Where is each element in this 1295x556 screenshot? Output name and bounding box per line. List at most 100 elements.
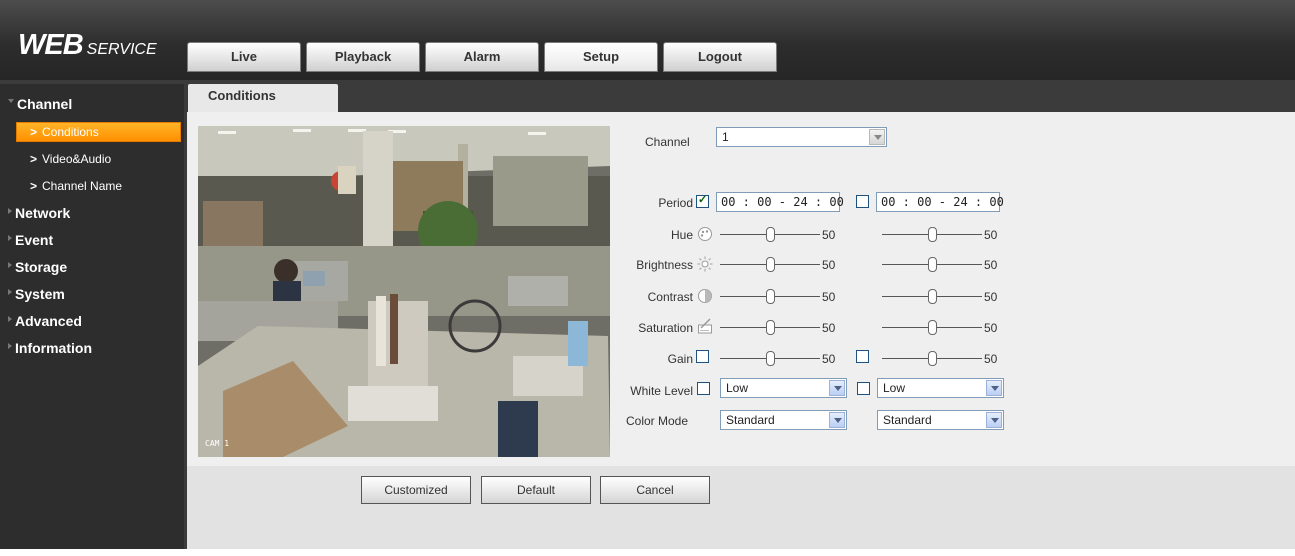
chevron-right-icon: > <box>30 125 38 139</box>
period2-time-range[interactable]: 00 : 00 - 24 : 00 <box>876 192 1004 212</box>
brightness-icon <box>697 256 713 272</box>
tab-logout[interactable]: Logout <box>663 42 777 72</box>
dropdown-arrow-icon <box>986 380 1002 396</box>
collapsed-arrow-icon <box>8 262 12 268</box>
gain-checkbox-2[interactable] <box>856 350 869 363</box>
slider-thumb[interactable] <box>766 351 775 366</box>
dropdown-arrow-icon <box>829 380 845 396</box>
header: WEB SERVICE Live Playback Alarm Setup Log… <box>0 0 1295 80</box>
saturation-slider-1[interactable] <box>720 320 820 336</box>
white-level-checkbox-1[interactable] <box>697 382 710 395</box>
collapsed-arrow-icon <box>8 343 12 349</box>
video-preview: CAM 1 <box>198 126 610 457</box>
sidebar-section-information[interactable]: Information <box>8 340 92 356</box>
camera-scene-image <box>198 126 610 457</box>
sidebar-section-event[interactable]: Event <box>8 232 53 248</box>
contrast-icon <box>698 289 712 303</box>
gain-value-1: 50 <box>822 352 836 366</box>
brightness-value-1: 50 <box>822 258 836 272</box>
chevron-right-icon: > <box>30 152 38 166</box>
sidebar-section-network[interactable]: Network <box>8 205 70 221</box>
cancel-button[interactable]: Cancel <box>600 476 710 504</box>
chevron-right-icon: > <box>30 179 38 193</box>
saturation-label: Saturation <box>638 321 693 335</box>
slider-thumb[interactable] <box>928 289 937 304</box>
hue-slider-2[interactable] <box>882 227 982 243</box>
sidebar-section-label: Storage <box>15 259 68 275</box>
slider-thumb[interactable] <box>766 227 775 242</box>
white-level-checkbox-2[interactable] <box>857 382 870 395</box>
white-level-select-2[interactable]: Low <box>877 378 1004 398</box>
logo-web: WEB <box>18 29 84 61</box>
sidebar-section-label: Advanced <box>15 313 82 329</box>
slider-thumb[interactable] <box>928 320 937 335</box>
sidebar-section-advanced[interactable]: Advanced <box>8 313 82 329</box>
select-value: Standard <box>883 413 932 427</box>
slider-thumb[interactable] <box>766 289 775 304</box>
period1-time-range[interactable]: 00 : 00 - 24 : 00 <box>716 192 844 212</box>
tab-alarm[interactable]: Alarm <box>425 42 539 72</box>
period2-checkbox[interactable] <box>856 195 869 208</box>
tab-playback[interactable]: Playback <box>306 42 420 72</box>
select-value: Low <box>883 381 906 395</box>
contrast-value-2: 50 <box>984 290 998 304</box>
dropdown-arrow-icon <box>829 412 845 428</box>
channel-value: 1 <box>722 130 729 144</box>
sidebar-section-system[interactable]: System <box>8 286 65 302</box>
hue-icon <box>698 227 712 241</box>
slider-thumb[interactable] <box>928 257 937 272</box>
sidebar-item-video-audio[interactable]: > Video&Audio <box>16 149 181 169</box>
color-mode-select-2[interactable]: Standard <box>877 410 1004 430</box>
contrast-slider-2[interactable] <box>882 289 982 305</box>
gain-slider-2[interactable] <box>882 351 982 367</box>
select-value: Standard <box>726 413 775 427</box>
brightness-slider-1[interactable] <box>720 257 820 273</box>
tab-live[interactable]: Live <box>187 42 301 72</box>
gain-label: Gain <box>667 352 693 366</box>
sidebar-item-channel-name[interactable]: > Channel Name <box>16 176 181 196</box>
hue-value-2: 50 <box>984 228 998 242</box>
period1-checkbox[interactable] <box>696 193 709 208</box>
default-button[interactable]: Default <box>481 476 591 504</box>
gain-checkbox-1[interactable] <box>696 350 709 363</box>
sidebar-section-label: Information <box>15 340 92 356</box>
channel-select[interactable]: 1 <box>716 127 887 147</box>
brightness-value-2: 50 <box>984 258 998 272</box>
sidebar-section-channel[interactable]: Channel <box>8 96 72 112</box>
contrast-slider-1[interactable] <box>720 289 820 305</box>
logo-service: SERVICE <box>86 41 157 58</box>
customized-button[interactable]: Customized <box>361 476 471 504</box>
tab-setup[interactable]: Setup <box>544 42 658 72</box>
hue-value-1: 50 <box>822 228 836 242</box>
slider-thumb[interactable] <box>766 320 775 335</box>
tab-conditions[interactable]: Conditions <box>188 84 338 112</box>
hue-slider-1[interactable] <box>720 227 820 243</box>
sidebar-item-label: Video&Audio <box>42 152 112 166</box>
sidebar-section-storage[interactable]: Storage <box>8 259 67 275</box>
expanded-arrow-icon <box>8 99 14 103</box>
gain-value-2: 50 <box>984 352 998 366</box>
saturation-value-1: 50 <box>822 321 836 335</box>
sidebar-item-label: Channel Name <box>42 179 123 193</box>
channel-label: Channel <box>645 135 690 149</box>
logo: WEB SERVICE <box>18 29 157 62</box>
hue-label: Hue <box>670 228 693 242</box>
brightness-slider-2[interactable] <box>882 257 982 273</box>
collapsed-arrow-icon <box>8 208 12 214</box>
sidebar-item-conditions[interactable]: > Conditions <box>16 122 181 142</box>
osd-channel-title: CAM 1 <box>205 439 230 448</box>
white-level-select-1[interactable]: Low <box>720 378 847 398</box>
slider-thumb[interactable] <box>766 257 775 272</box>
sidebar-section-label: Event <box>15 232 54 248</box>
gain-slider-1[interactable] <box>720 351 820 367</box>
white-level-label: White Level <box>630 384 693 398</box>
period-label: Period <box>658 196 693 210</box>
sidebar-section-label: Network <box>15 205 71 221</box>
slider-thumb[interactable] <box>928 351 937 366</box>
saturation-value-2: 50 <box>984 321 998 335</box>
color-mode-select-1[interactable]: Standard <box>720 410 847 430</box>
dropdown-arrow-icon <box>986 412 1002 428</box>
brightness-label: Brightness <box>636 258 693 272</box>
slider-thumb[interactable] <box>928 227 937 242</box>
saturation-slider-2[interactable] <box>882 320 982 336</box>
